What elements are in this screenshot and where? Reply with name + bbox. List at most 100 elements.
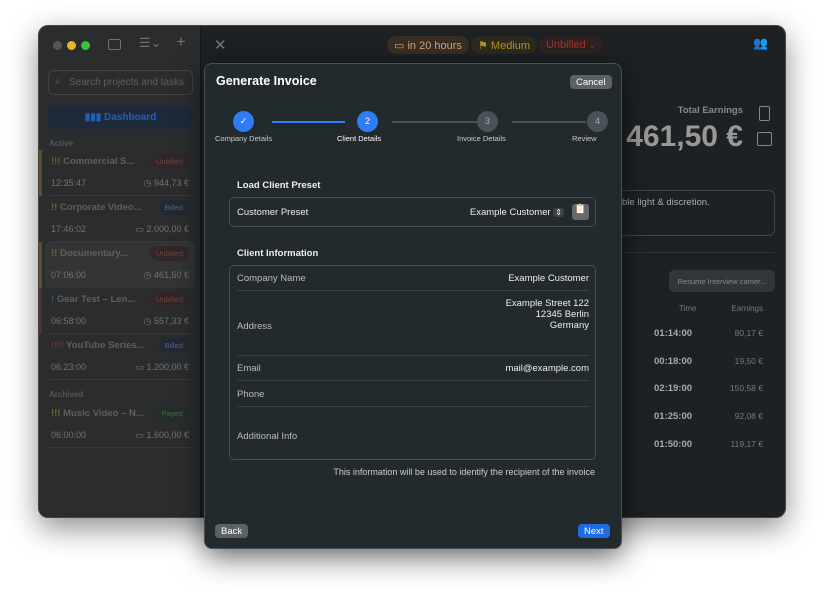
email-field[interactable]: mail@example.com — [505, 363, 589, 374]
search-input[interactable]: ⌕ Search projects and tasks — [48, 70, 193, 95]
project-amount: 944,73 € — [153, 178, 189, 188]
entry-time: 01:50:00 — [654, 438, 693, 450]
priority-marker: ! — [51, 294, 55, 305]
search-icon: ⌕ — [55, 76, 61, 87]
entry-earnings: 150,58 € — [729, 383, 763, 394]
hint-text: This information will be used to identif… — [333, 467, 595, 477]
sidebar-toggle-icon[interactable] — [108, 39, 121, 50]
filter-icon[interactable]: ☰⌄ — [139, 35, 162, 51]
section-archived: Archived — [49, 390, 84, 399]
phone-field[interactable] — [389, 389, 589, 401]
zoom-window-button[interactable] — [81, 41, 90, 50]
flag-icon: ⚑ — [478, 40, 491, 52]
company-field[interactable]: Example Customer — [508, 273, 589, 284]
money-icon: ▭ — [135, 224, 147, 234]
step-label: Client Details — [337, 134, 382, 143]
calendar-icon: ▭ — [394, 40, 408, 52]
step-1-indicator: ✓ — [233, 111, 254, 132]
accent-bar — [39, 288, 42, 334]
row-separator — [237, 406, 589, 407]
project-amount: 557,33 € — [153, 316, 189, 326]
close-icon[interactable]: ✕ — [214, 36, 227, 54]
project-title: YouTube Series... — [66, 340, 145, 351]
project-title: Documentary... — [59, 248, 128, 259]
people-icon[interactable]: 👥 — [753, 36, 768, 50]
entry-time: 00:18:00 — [654, 355, 693, 367]
preset-label: Customer Preset — [237, 207, 309, 218]
priority-marker: !!! — [51, 156, 61, 167]
project-amount: 1.200,00 € — [146, 362, 189, 372]
step-connector — [392, 121, 478, 123]
priority-pill[interactable]: ⚑ Medium — [471, 36, 538, 54]
total-earnings-value: 461,50 € — [626, 120, 743, 153]
archive-icon[interactable] — [757, 132, 772, 146]
dialog-title: Generate Invoice — [216, 74, 317, 88]
additional-info-field[interactable] — [339, 414, 589, 454]
step-number: 2 — [364, 116, 370, 126]
company-label: Company Name — [237, 273, 306, 284]
col-time: Time — [679, 304, 697, 313]
step-number: 4 — [594, 116, 600, 126]
clock-icon: ◷ — [143, 178, 154, 188]
accent-bar — [39, 150, 42, 196]
project-item[interactable]: !!!! YouTube Series... Billed 06:23:00 ▭… — [39, 334, 201, 380]
resume-button[interactable]: Resume Interview camer... — [669, 270, 775, 292]
accent-bar — [39, 242, 42, 288]
project-item[interactable]: ! Gear Test – Len... Unbilled 06:58:00 ◷… — [39, 288, 201, 334]
project-title: Corporate Video... — [59, 202, 142, 213]
step-4-indicator: 4 — [587, 111, 608, 132]
preset-heading: Load Client Preset — [237, 180, 321, 191]
project-amount: 1.600,00 € — [146, 430, 189, 440]
chevron-down-icon: ⌄ — [588, 41, 596, 50]
status-badge: Payed — [155, 406, 189, 421]
entry-earnings: 119,17 € — [730, 438, 763, 449]
add-icon[interactable]: + — [176, 32, 186, 52]
step-label: Company Details — [215, 134, 273, 143]
section-active: Active — [49, 139, 74, 148]
status-badge: Billed — [158, 338, 189, 353]
project-item[interactable]: !!! Commercial S... Unbilled 12:35:47 ◷ … — [39, 150, 201, 196]
step-number: ✓ — [239, 116, 248, 126]
preset-select[interactable]: Example Customer ⇕ — [470, 207, 564, 218]
address-line: Germany — [549, 320, 589, 331]
generate-invoice-dialog: Generate Invoice Cancel ✓ Company Detail… — [204, 63, 622, 549]
status-dropdown[interactable]: Unbilled ⌄ — [539, 36, 603, 54]
address-field[interactable]: Example Street 122 12345 Berlin Germany — [506, 298, 589, 331]
updown-icon: ⇕ — [553, 208, 564, 217]
divider — [599, 252, 775, 253]
dashboard-button[interactable]: ▮▮▮ Dashboard — [48, 106, 193, 129]
project-time: 07:06:00 — [51, 270, 87, 280]
project-item[interactable]: !! Corporate Video... Billed 17:46:02 ▭ … — [39, 196, 201, 242]
minimize-window-button[interactable] — [67, 41, 76, 50]
priority-marker: !! — [51, 202, 58, 213]
step-number: 3 — [484, 116, 490, 126]
project-title: Gear Test – Len... — [56, 294, 136, 305]
row-separator — [237, 380, 589, 381]
priority-marker: !!!! — [51, 340, 64, 351]
next-button[interactable]: Next — [578, 524, 610, 538]
client-heading: Client Information — [237, 248, 319, 259]
due-date-pill[interactable]: ▭ in 20 hours — [387, 36, 469, 54]
description-box[interactable]: ble light & discretion. — [599, 190, 775, 236]
document-icon[interactable] — [759, 106, 770, 121]
project-item[interactable]: !! Documentary... Unbilled 07:06:00 ◷ 46… — [39, 242, 195, 288]
step-3-indicator: 3 — [477, 111, 498, 132]
entry-time: 01:14:00 — [654, 328, 693, 339]
cancel-button[interactable]: Cancel — [570, 75, 612, 89]
clock-icon: ◷ — [143, 316, 154, 326]
clipboard-icon[interactable]: 📋 — [572, 204, 589, 220]
row-separator — [237, 290, 589, 291]
divider — [49, 447, 191, 448]
client-info-box: Company Name Example Customer Address Ex… — [229, 265, 596, 460]
back-button[interactable]: Back — [215, 524, 249, 538]
divider — [49, 379, 191, 380]
sidebar: ☰⌄ + ⌕ Search projects and tasks ▮▮▮ Dash… — [39, 26, 201, 517]
step-label: Invoice Details — [457, 134, 506, 143]
close-window-button[interactable] — [53, 41, 62, 50]
address-line: 12345 Berlin — [535, 309, 589, 320]
money-icon: ▭ — [135, 430, 147, 440]
project-item[interactable]: !!! Music Video – N... Payed 06:00:00 ▭ … — [39, 402, 201, 448]
entry-time: 02:19:00 — [654, 383, 693, 395]
entry-earnings: 92,08 € — [734, 411, 763, 422]
col-earnings: Earnings — [731, 304, 763, 313]
